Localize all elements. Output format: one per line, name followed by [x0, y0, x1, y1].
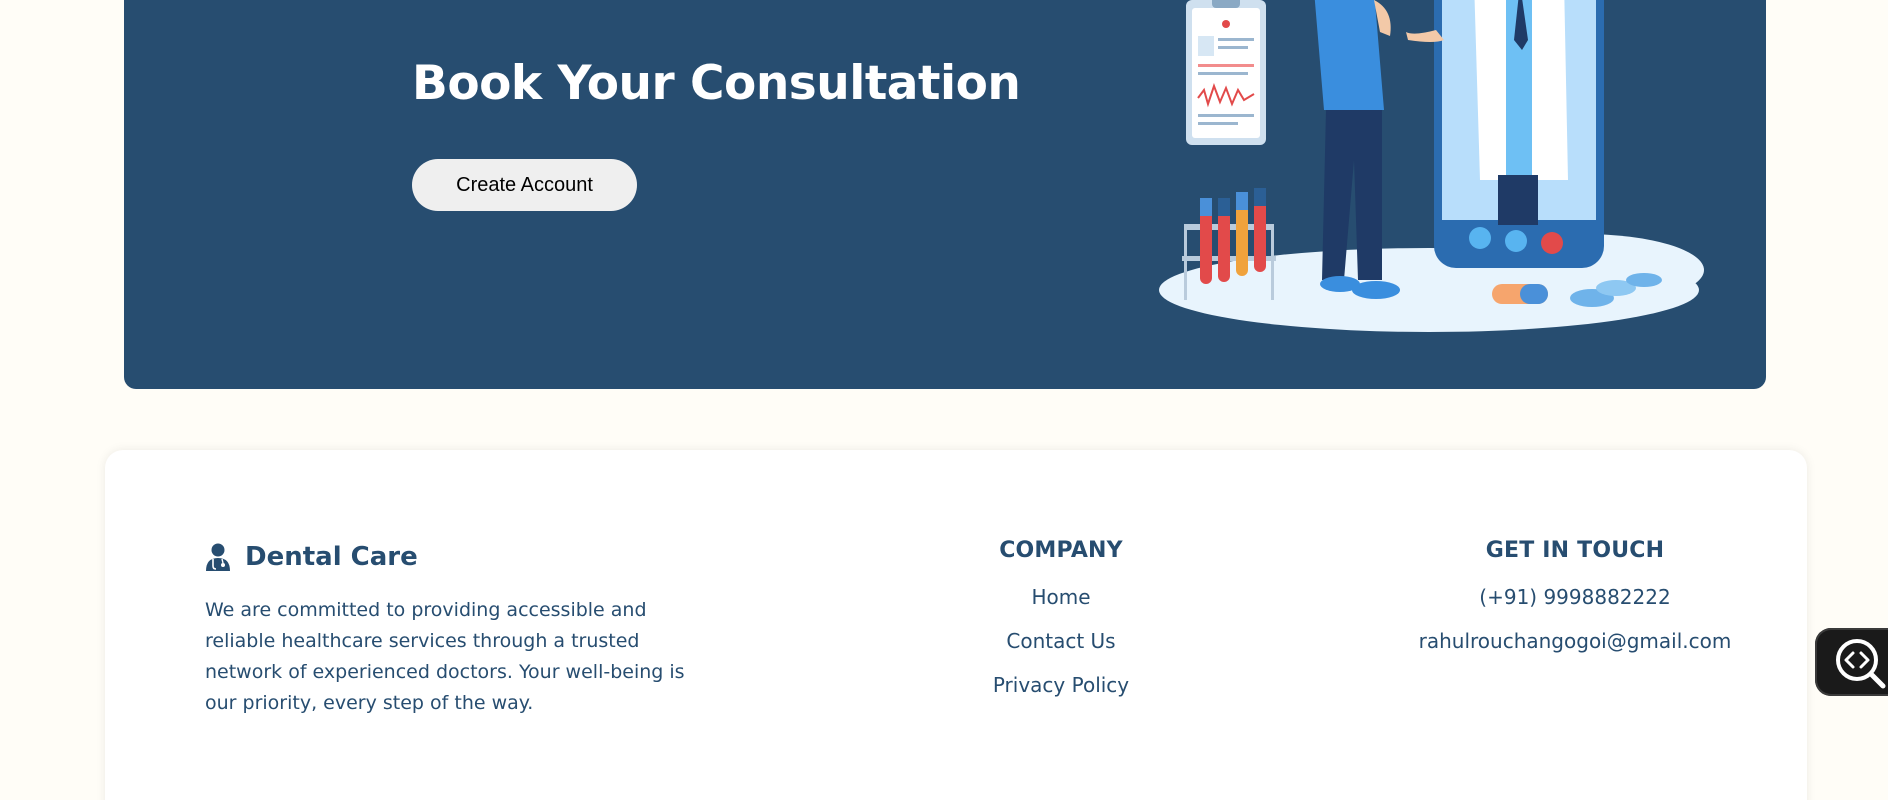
brand-name: Dental Care — [245, 542, 418, 572]
doctor-icon — [206, 543, 230, 571]
page: Book Your Consultation Create Account De… — [0, 0, 1888, 800]
footer-link-privacy-policy[interactable]: Privacy Policy — [855, 663, 1267, 707]
banner-title: Book Your Consultation — [412, 56, 1021, 111]
create-account-button[interactable]: Create Account — [412, 159, 637, 211]
phone-icon — [1406, 0, 1604, 268]
clipboard-icon — [1186, 0, 1266, 145]
code-search-icon — [1836, 639, 1886, 689]
contact-phone[interactable]: (+91) 9998882222 — [1305, 575, 1845, 619]
contact-heading: GET IN TOUCH — [1485, 538, 1665, 563]
code-inspector-button[interactable] — [1815, 628, 1888, 696]
contact-column: GET IN TOUCH (+91) 9998882222 rahulrouch… — [1305, 538, 1845, 663]
footer-link-home[interactable]: Home — [855, 575, 1267, 619]
company-column: COMPANY Home Contact Us Privacy Policy — [855, 538, 1267, 707]
contact-email[interactable]: rahulrouchangogoi@gmail.com — [1305, 619, 1845, 663]
site-footer: Dental Care We are committed to providin… — [105, 450, 1807, 800]
brand-description: We are committed to providing accessible… — [205, 599, 685, 714]
company-heading: COMPANY — [999, 538, 1123, 563]
footer-link-contact-us[interactable]: Contact Us — [855, 619, 1267, 663]
consultation-banner: Book Your Consultation Create Account — [124, 0, 1766, 389]
footer-brand: Dental Care — [205, 542, 418, 572]
telemedicine-illustration — [1159, 0, 1704, 332]
